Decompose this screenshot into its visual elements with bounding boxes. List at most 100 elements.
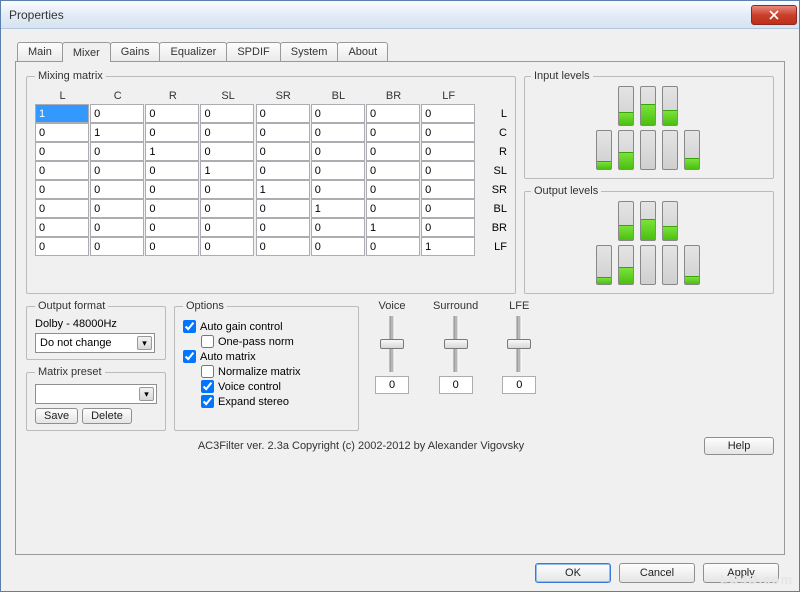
matrix-preset-combo[interactable]: ▾ xyxy=(35,384,157,404)
cancel-button[interactable]: Cancel xyxy=(619,563,695,583)
tab-about[interactable]: About xyxy=(337,42,388,61)
matrix-cell[interactable] xyxy=(311,218,365,237)
matrix-cell[interactable] xyxy=(200,161,254,180)
matrix-cell[interactable] xyxy=(200,237,254,256)
surround-value-input[interactable] xyxy=(439,376,473,394)
matrix-cell[interactable] xyxy=(35,142,89,161)
matrix-cell[interactable] xyxy=(90,237,144,256)
matrix-cell[interactable] xyxy=(311,180,365,199)
matrix-cell[interactable] xyxy=(90,142,144,161)
voice-control-checkbox[interactable]: Voice control xyxy=(201,380,350,393)
level-meter xyxy=(662,201,678,241)
matrix-cell[interactable] xyxy=(35,161,89,180)
matrix-cell[interactable] xyxy=(90,199,144,218)
matrix-cell[interactable] xyxy=(200,123,254,142)
matrix-cell[interactable] xyxy=(35,237,89,256)
slider-thumb[interactable] xyxy=(444,339,468,349)
lfe-slider[interactable] xyxy=(509,316,529,372)
slider-thumb[interactable] xyxy=(507,339,531,349)
matrix-cell[interactable] xyxy=(366,199,420,218)
one-pass-checkbox[interactable]: One-pass norm xyxy=(201,335,350,348)
matrix-cell[interactable] xyxy=(421,123,475,142)
matrix-cell[interactable] xyxy=(145,161,199,180)
delete-button[interactable]: Delete xyxy=(82,408,132,424)
matrix-cell[interactable] xyxy=(421,104,475,123)
tab-spdif[interactable]: SPDIF xyxy=(226,42,280,61)
matrix-cell[interactable] xyxy=(35,199,89,218)
matrix-cell[interactable] xyxy=(145,180,199,199)
matrix-cell[interactable] xyxy=(256,218,310,237)
matrix-cell[interactable] xyxy=(90,161,144,180)
level-meter xyxy=(596,245,612,285)
matrix-cell[interactable] xyxy=(256,142,310,161)
tab-system[interactable]: System xyxy=(280,42,339,61)
matrix-cell[interactable] xyxy=(200,218,254,237)
matrix-cell[interactable] xyxy=(256,104,310,123)
output-format-combo[interactable]: Do not change ▾ xyxy=(35,333,155,353)
matrix-cell[interactable] xyxy=(145,199,199,218)
matrix-cell[interactable] xyxy=(145,218,199,237)
voice-value-input[interactable] xyxy=(375,376,409,394)
matrix-cell[interactable] xyxy=(421,218,475,237)
matrix-cell[interactable] xyxy=(311,199,365,218)
matrix-cell[interactable] xyxy=(311,161,365,180)
output-format-value: Do not change xyxy=(40,337,112,349)
matrix-cell[interactable] xyxy=(200,142,254,161)
matrix-cell[interactable] xyxy=(366,218,420,237)
tab-equalizer[interactable]: Equalizer xyxy=(159,42,227,61)
help-button[interactable]: Help xyxy=(704,437,774,455)
lfe-value-input[interactable] xyxy=(502,376,536,394)
tab-mixer[interactable]: Mixer xyxy=(62,42,111,62)
expand-stereo-checkbox[interactable]: Expand stereo xyxy=(201,395,350,408)
matrix-cell[interactable] xyxy=(366,161,420,180)
tab-gains[interactable]: Gains xyxy=(110,42,161,61)
matrix-cell[interactable] xyxy=(366,142,420,161)
tab-main[interactable]: Main xyxy=(17,42,63,61)
matrix-cell[interactable] xyxy=(421,180,475,199)
matrix-cell[interactable] xyxy=(145,104,199,123)
matrix-cell[interactable] xyxy=(90,104,144,123)
matrix-cell[interactable] xyxy=(256,123,310,142)
auto-matrix-checkbox[interactable]: Auto matrix xyxy=(183,350,350,363)
matrix-cell[interactable] xyxy=(90,218,144,237)
close-icon xyxy=(769,10,779,20)
surround-slider[interactable] xyxy=(446,316,466,372)
matrix-cell[interactable] xyxy=(421,199,475,218)
matrix-cell[interactable] xyxy=(35,180,89,199)
matrix-cell[interactable] xyxy=(366,237,420,256)
matrix-cell[interactable] xyxy=(366,123,420,142)
matrix-cell[interactable] xyxy=(145,142,199,161)
close-button[interactable] xyxy=(751,5,797,25)
matrix-cell[interactable] xyxy=(200,180,254,199)
matrix-cell[interactable] xyxy=(200,199,254,218)
matrix-cell[interactable] xyxy=(421,237,475,256)
matrix-cell[interactable] xyxy=(256,180,310,199)
matrix-cell[interactable] xyxy=(145,123,199,142)
matrix-cell[interactable] xyxy=(256,199,310,218)
matrix-cell[interactable] xyxy=(311,142,365,161)
matrix-cell[interactable] xyxy=(256,161,310,180)
save-button[interactable]: Save xyxy=(35,408,78,424)
titlebar[interactable]: Properties xyxy=(1,1,799,29)
slider-thumb[interactable] xyxy=(380,339,404,349)
matrix-cell[interactable] xyxy=(311,123,365,142)
matrix-cell[interactable] xyxy=(35,104,89,123)
matrix-cell[interactable] xyxy=(145,237,199,256)
matrix-cell[interactable] xyxy=(421,161,475,180)
matrix-cell[interactable] xyxy=(200,104,254,123)
matrix-cell[interactable] xyxy=(35,123,89,142)
voice-slider[interactable] xyxy=(382,316,402,372)
matrix-cell[interactable] xyxy=(311,104,365,123)
matrix-cell[interactable] xyxy=(366,180,420,199)
matrix-cell[interactable] xyxy=(311,237,365,256)
auto-gain-checkbox[interactable]: Auto gain control xyxy=(183,320,350,333)
matrix-cell[interactable] xyxy=(35,218,89,237)
output-format-label: Output format xyxy=(35,300,108,312)
matrix-cell[interactable] xyxy=(421,142,475,161)
matrix-cell[interactable] xyxy=(366,104,420,123)
matrix-cell[interactable] xyxy=(90,123,144,142)
ok-button[interactable]: OK xyxy=(535,563,611,583)
matrix-cell[interactable] xyxy=(90,180,144,199)
matrix-cell[interactable] xyxy=(256,237,310,256)
normalize-checkbox[interactable]: Normalize matrix xyxy=(201,365,350,378)
